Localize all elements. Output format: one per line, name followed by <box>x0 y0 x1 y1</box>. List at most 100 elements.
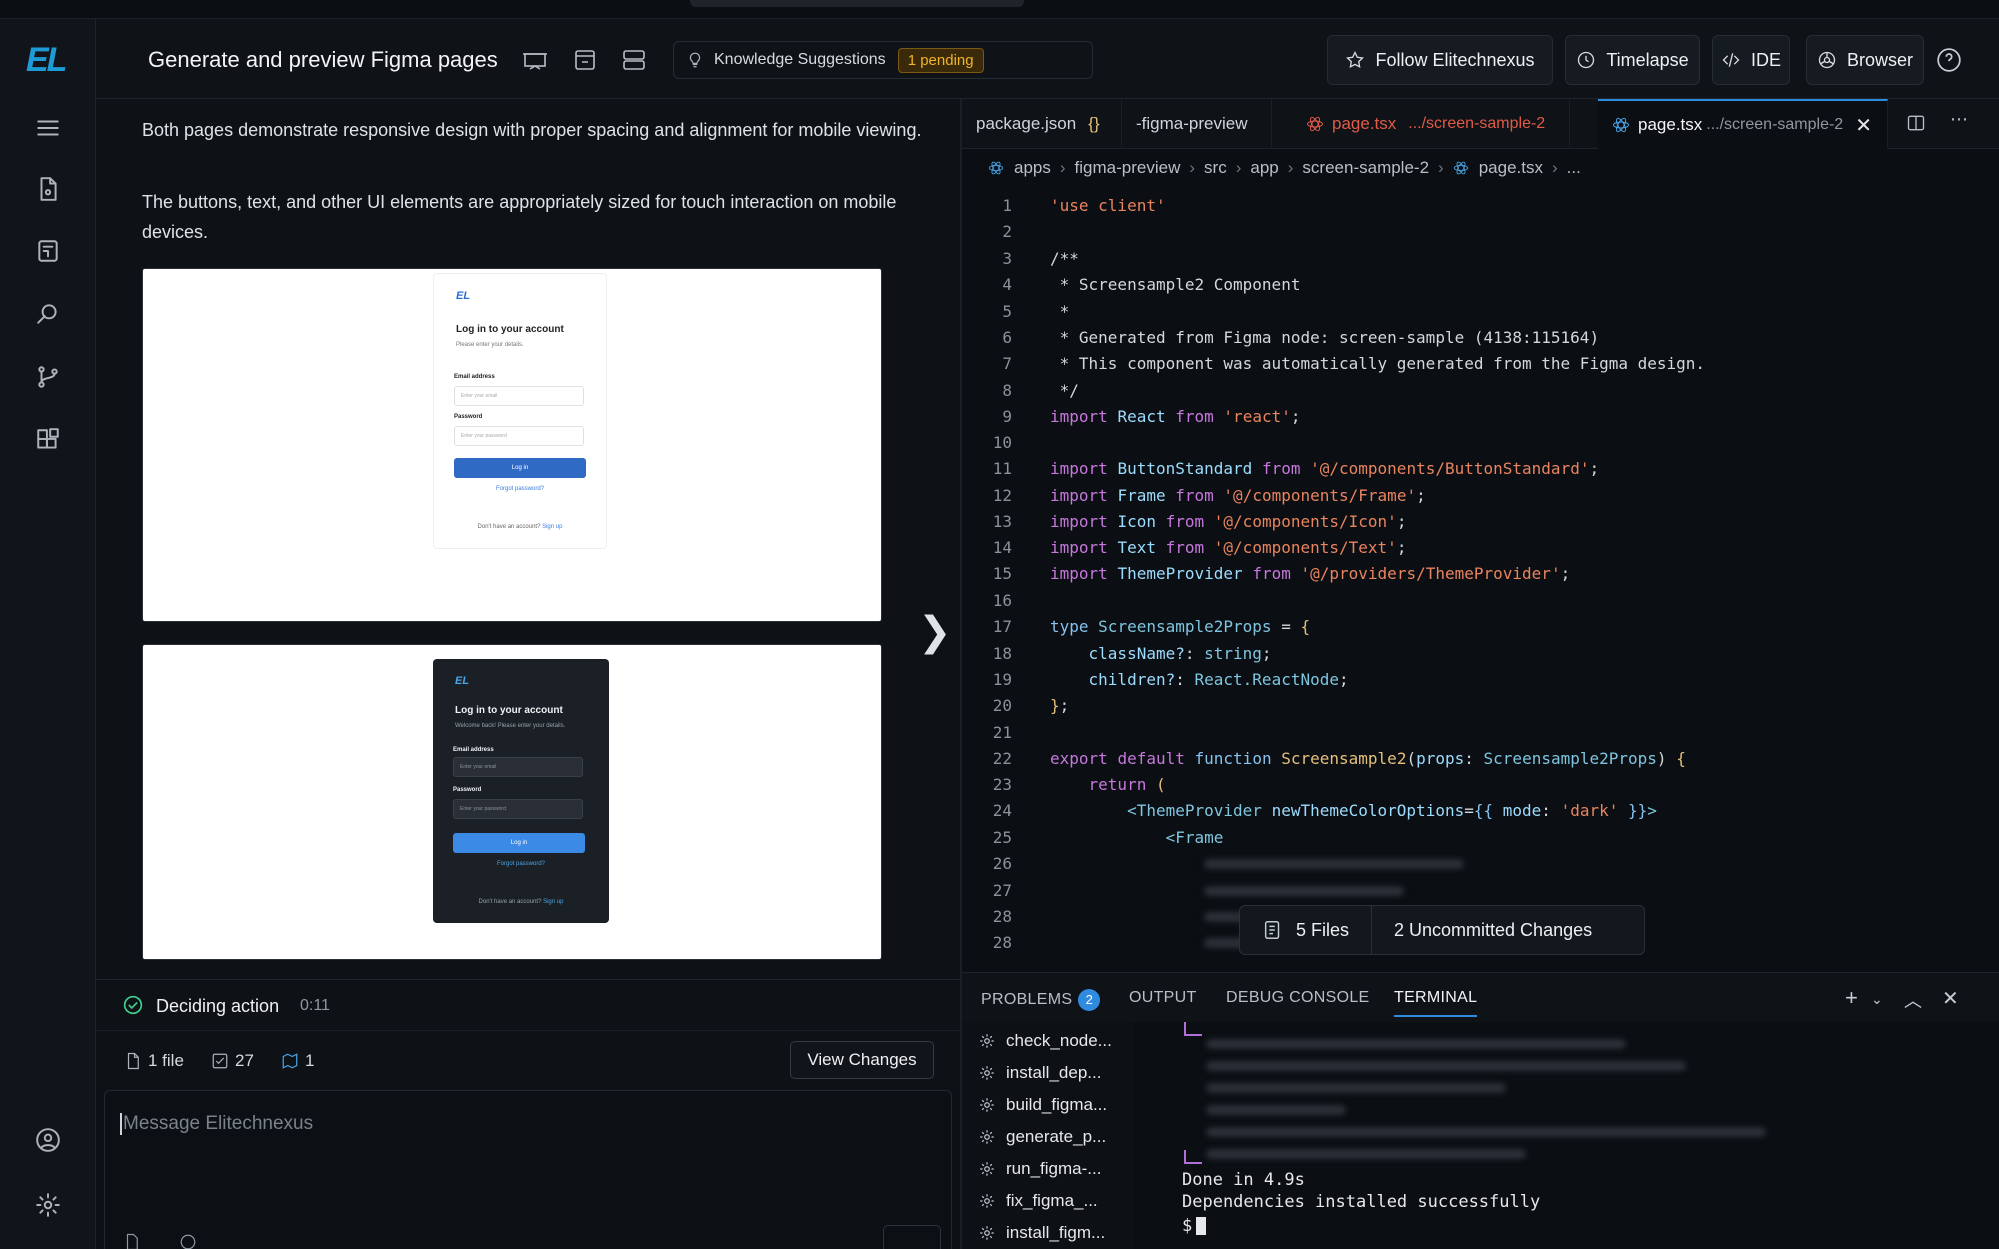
top-header: Generate and preview Figma pages Knowled… <box>96 19 1999 99</box>
view-changes-button[interactable]: View Changes <box>790 1041 934 1079</box>
code-line: export default function Screensample2(pr… <box>1050 749 1686 768</box>
terminal-prompt: $ <box>1182 1216 1207 1236</box>
more-actions-icon[interactable]: ⋯ <box>1950 109 1972 131</box>
tab-package-json[interactable]: package.json {} <box>962 99 1122 149</box>
mini-password-label: Password <box>453 787 482 793</box>
emoji-icon[interactable] <box>179 1233 199 1249</box>
status-time: 0:11 <box>300 997 330 1014</box>
map-icon <box>282 1053 298 1069</box>
gear-icon <box>980 1034 994 1048</box>
tab-debug-console[interactable]: DEBUG CONSOLE <box>1226 989 1370 1007</box>
tab-problems[interactable]: PROBLEMS 2 <box>981 989 1101 1011</box>
line-number: 7 <box>1002 354 1012 373</box>
breadcrumb-item[interactable]: ... <box>1567 158 1581 178</box>
preview-screenshot-dark[interactable]: EL Log in to your account Welcome back! … <box>142 644 882 960</box>
message-composer[interactable]: Message Elitechnexus <box>104 1090 952 1249</box>
ide-button[interactable]: IDE <box>1712 35 1790 85</box>
mini-email-label: Email address <box>454 374 495 380</box>
task-item[interactable]: generate_p... <box>978 1122 1106 1152</box>
mini-email-input: Enter your email <box>453 757 583 777</box>
tab-output[interactable]: OUTPUT <box>1129 989 1197 1007</box>
blurred-output <box>1206 1056 1686 1076</box>
slides-icon[interactable] <box>520 47 550 73</box>
code-editor[interactable]: 1 'use client' 2 3 /** 4 * Screensample2 C… <box>962 187 1999 972</box>
mini-email-label: Email address <box>453 747 494 753</box>
layout-icon[interactable] <box>32 235 64 267</box>
preview-window-icon[interactable] <box>570 47 600 73</box>
json-icon: {} <box>1088 114 1100 133</box>
task-item[interactable]: install_dep... <box>978 1058 1101 1088</box>
agents-count[interactable]: 1 <box>281 1051 314 1071</box>
search-icon[interactable] <box>32 298 64 330</box>
code-line: * Generated from Figma node: screen-samp… <box>1050 328 1600 347</box>
send-button[interactable] <box>883 1225 941 1249</box>
code-line: import Frame from '@/components/Frame'; <box>1050 486 1426 505</box>
code-line: */ <box>1050 381 1079 400</box>
gear-icon <box>980 1226 994 1240</box>
attach-file-icon[interactable] <box>123 1233 143 1249</box>
task-item[interactable]: run_figma-... <box>978 1154 1101 1184</box>
files-count[interactable]: 1 file <box>124 1051 184 1071</box>
code-line: import ThemeProvider from '@/providers/T… <box>1050 564 1571 583</box>
tasks-count[interactable]: 27 <box>211 1051 254 1071</box>
timelapse-button[interactable]: Timelapse <box>1565 35 1700 85</box>
code-line: /** <box>1050 249 1079 268</box>
extensions-icon[interactable] <box>32 424 64 456</box>
browser-button[interactable]: Browser <box>1806 35 1924 85</box>
breadcrumb-item[interactable]: figma-preview <box>1075 158 1181 178</box>
mini-heading: Log in to your account <box>456 324 564 335</box>
editor-tab-bar: package.json {} -figma-preview page.tsx..… <box>962 99 1999 149</box>
breadcrumb-item[interactable]: page.tsx <box>1479 158 1543 178</box>
breadcrumb-item[interactable]: screen-sample-2 <box>1302 158 1429 178</box>
gear-icon <box>980 1130 994 1144</box>
window-drag-handle[interactable] <box>690 0 1024 7</box>
knowledge-suggestions-button[interactable]: Knowledge Suggestions 1 pending <box>673 41 1093 79</box>
tab-page-tsx-1[interactable]: page.tsx .../screen-sample-2 <box>1292 99 1570 149</box>
line-number: 11 <box>992 459 1012 478</box>
follow-label: Follow Elitechnexus <box>1375 49 1535 70</box>
breadcrumb-item[interactable]: src <box>1204 158 1227 178</box>
line-number: 24 <box>992 801 1012 820</box>
file-icon[interactable] <box>32 173 64 205</box>
line-number: 26 <box>992 854 1012 873</box>
breadcrumb-item[interactable]: apps <box>1014 158 1051 178</box>
files-changed-button[interactable]: 5 Files <box>1240 906 1371 954</box>
code-line <box>1050 854 1465 873</box>
follow-button[interactable]: Follow Elitechnexus <box>1327 35 1553 85</box>
blurred-output <box>1206 1122 1766 1142</box>
tab-label: -figma-preview <box>1136 114 1248 133</box>
terminal-dropdown-icon[interactable]: ⌄ <box>1871 991 1883 1008</box>
next-preview-arrow-icon[interactable]: ❯ <box>918 609 952 655</box>
tab-page-tsx-2[interactable]: page.tsx .../screen-sample-2 ✕ <box>1598 99 1888 149</box>
task-item[interactable]: install_figm... <box>978 1218 1105 1248</box>
close-panel-icon[interactable]: ✕ <box>1942 986 1959 1011</box>
breadcrumb-item[interactable]: app <box>1250 158 1278 178</box>
settings-icon[interactable] <box>32 1189 64 1221</box>
server-icon[interactable] <box>619 47 649 73</box>
tab-figma-preview[interactable]: -figma-preview <box>1122 99 1272 149</box>
task-item[interactable]: build_figma... <box>978 1090 1107 1120</box>
line-number: 15 <box>992 564 1012 583</box>
mini-login-button: Log in <box>453 833 585 853</box>
tab-terminal[interactable]: TERMINAL <box>1394 989 1478 1017</box>
maximize-panel-icon[interactable]: ︿ <box>1904 987 1922 1013</box>
tree-connector <box>1184 1150 1202 1164</box>
blurred-output <box>1206 1034 1626 1054</box>
line-number: 2 <box>1002 222 1012 241</box>
task-item[interactable]: fix_figma_... <box>978 1186 1098 1216</box>
uncommitted-changes-button[interactable]: 2 Uncommitted Changes <box>1371 906 1614 954</box>
mini-heading: Log in to your account <box>455 705 563 716</box>
new-terminal-icon[interactable]: + <box>1845 985 1858 1011</box>
close-tab-icon[interactable]: ✕ <box>1855 113 1872 138</box>
line-number: 27 <box>992 881 1012 900</box>
line-number: 12 <box>992 486 1012 505</box>
task-item[interactable]: check_node... <box>978 1026 1112 1056</box>
git-branch-icon[interactable] <box>32 361 64 393</box>
split-editor-icon[interactable] <box>1906 113 1928 135</box>
code-line: 'use client' <box>1050 196 1166 215</box>
preview-screenshot-light[interactable]: EL Log in to your account Please enter y… <box>142 268 882 622</box>
menu-icon[interactable] <box>32 112 64 144</box>
help-icon[interactable] <box>1936 47 1964 75</box>
terminal-output[interactable]: Done in 4.9s Dependencies installed succ… <box>1134 1022 1999 1249</box>
account-icon[interactable] <box>32 1124 64 1156</box>
